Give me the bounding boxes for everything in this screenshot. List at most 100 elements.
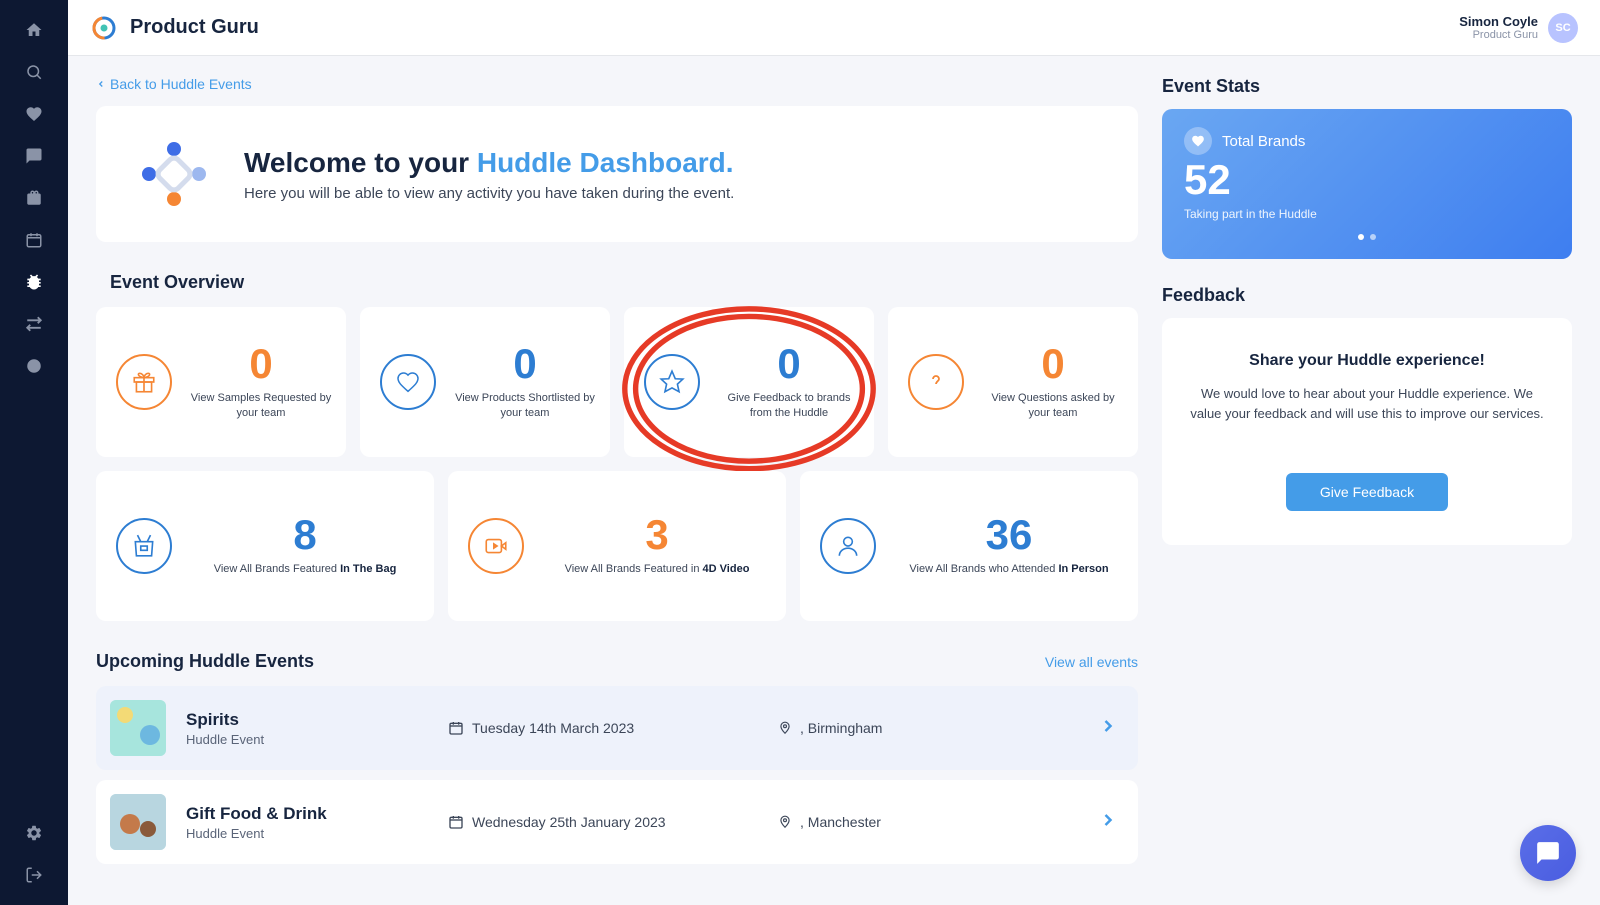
welcome-text: Welcome to your Huddle Dashboard. Here y… xyxy=(244,147,734,202)
stats-value: 52 xyxy=(1184,159,1550,201)
user-text: Simon Coyle Product Guru xyxy=(1459,14,1538,41)
avatar[interactable]: SC xyxy=(1548,13,1578,43)
bug-icon[interactable] xyxy=(24,272,44,292)
chevron-right-icon xyxy=(1098,716,1118,741)
card-label: Give Feedback to brands from the Huddle xyxy=(716,391,862,422)
pin-icon xyxy=(778,815,792,829)
gift-icon xyxy=(116,354,172,410)
welcome-highlight: Huddle Dashboard. xyxy=(477,147,734,178)
card-number: 3 xyxy=(540,514,774,556)
calendar-icon xyxy=(448,720,464,736)
event-type: Huddle Event xyxy=(186,732,448,747)
view-all-events[interactable]: View all events xyxy=(1045,654,1138,670)
overview-row-2: 8 View All Brands Featured In The Bag 3 … xyxy=(96,471,1138,621)
back-link-text: Back to Huddle Events xyxy=(110,76,252,92)
inthebag-card[interactable]: 8 View All Brands Featured In The Bag xyxy=(96,471,434,621)
app-title: Product Guru xyxy=(130,16,259,39)
welcome-prefix: Welcome to your xyxy=(244,147,477,178)
event-location-text: , Birmingham xyxy=(800,720,882,736)
search-icon[interactable] xyxy=(24,62,44,82)
heart-icon[interactable] xyxy=(24,104,44,124)
transfer-icon[interactable] xyxy=(24,314,44,334)
user-menu[interactable]: Simon Coyle Product Guru SC xyxy=(1459,13,1578,43)
settings-icon[interactable] xyxy=(24,823,44,843)
welcome-card: Welcome to your Huddle Dashboard. Here y… xyxy=(96,106,1138,242)
main: Product Guru Simon Coyle Product Guru SC… xyxy=(68,0,1600,905)
event-name-block: Spirits Huddle Event xyxy=(186,710,448,747)
header: Product Guru Simon Coyle Product Guru SC xyxy=(68,0,1600,56)
event-thumb xyxy=(110,700,166,756)
feedback-title: Share your Huddle experience! xyxy=(1186,352,1548,370)
pin-icon xyxy=(778,721,792,735)
card-label: View All Brands who Attended In Person xyxy=(892,562,1126,577)
sidebar-bottom xyxy=(0,823,68,885)
card-label: View Samples Requested by your team xyxy=(188,391,334,422)
stats-label: Total Brands xyxy=(1222,133,1305,150)
card-text: 0 View Questions asked by your team xyxy=(980,343,1126,422)
event-name: Gift Food & Drink xyxy=(186,804,448,824)
card-number: 0 xyxy=(716,343,862,385)
feedback-card[interactable]: 0 Give Feedback to brands from the Huddl… xyxy=(624,307,874,457)
carousel-dots[interactable] xyxy=(1184,227,1550,245)
chat-widget[interactable] xyxy=(1520,825,1576,881)
event-name-block: Gift Food & Drink Huddle Event xyxy=(186,804,448,841)
welcome-subtitle: Here you will be able to view any activi… xyxy=(244,185,734,202)
welcome-title: Welcome to your Huddle Dashboard. xyxy=(244,147,734,179)
user-role: Product Guru xyxy=(1459,29,1538,41)
overview-title: Event Overview xyxy=(110,272,1138,293)
video-icon xyxy=(468,518,524,574)
event-location: , Birmingham xyxy=(778,720,1098,736)
user-name: Simon Coyle xyxy=(1459,14,1538,29)
stats-header: Total Brands xyxy=(1184,127,1550,155)
card-text: 0 Give Feedback to brands from the Huddl… xyxy=(716,343,862,422)
inperson-card[interactable]: 36 View All Brands who Attended In Perso… xyxy=(800,471,1138,621)
shortlisted-card[interactable]: 0 View Products Shortlisted by your team xyxy=(360,307,610,457)
feedback-panel: Share your Huddle experience! We would l… xyxy=(1162,318,1572,545)
person-icon xyxy=(820,518,876,574)
content: Back to Huddle Events Welcome to your Hu… xyxy=(68,56,1600,905)
calendar-icon[interactable] xyxy=(24,230,44,250)
event-location: , Manchester xyxy=(778,814,1098,830)
logout-icon[interactable] xyxy=(24,865,44,885)
event-date: Wednesday 25th January 2023 xyxy=(448,814,778,830)
card-label: View All Brands Featured in 4D Video xyxy=(540,562,774,577)
event-card[interactable]: Spirits Huddle Event Tuesday 14th March … xyxy=(96,686,1138,770)
events-title: Upcoming Huddle Events xyxy=(96,651,314,672)
heart-icon xyxy=(380,354,436,410)
card-text: 0 View Samples Requested by your team xyxy=(188,343,334,422)
chevron-right-icon xyxy=(1098,810,1118,835)
huddle-icon xyxy=(136,136,212,212)
overview-row-1: 0 View Samples Requested by your team 0 … xyxy=(96,307,1138,457)
star-icon xyxy=(644,354,700,410)
badge-icon[interactable] xyxy=(24,356,44,376)
event-date-text: Tuesday 14th March 2023 xyxy=(472,720,634,736)
card-text: 3 View All Brands Featured in 4D Video xyxy=(540,514,774,577)
card-number: 8 xyxy=(188,514,422,556)
video-card[interactable]: 3 View All Brands Featured in 4D Video xyxy=(448,471,786,621)
stats-title: Event Stats xyxy=(1162,76,1572,97)
give-feedback-button[interactable]: Give Feedback xyxy=(1286,473,1448,511)
stats-subtitle: Taking part in the Huddle xyxy=(1184,207,1550,221)
event-thumb xyxy=(110,794,166,850)
heart-icon xyxy=(1184,127,1212,155)
samples-card[interactable]: 0 View Samples Requested by your team xyxy=(96,307,346,457)
home-icon[interactable] xyxy=(24,20,44,40)
sidebar-nav xyxy=(0,20,68,823)
event-date-text: Wednesday 25th January 2023 xyxy=(472,814,666,830)
card-label: View All Brands Featured In The Bag xyxy=(188,562,422,577)
content-main: Back to Huddle Events Welcome to your Hu… xyxy=(96,76,1138,885)
event-card[interactable]: Gift Food & Drink Huddle Event Wednesday… xyxy=(96,780,1138,864)
event-name: Spirits xyxy=(186,710,448,730)
card-number: 36 xyxy=(892,514,1126,556)
gift-icon[interactable] xyxy=(24,188,44,208)
event-date: Tuesday 14th March 2023 xyxy=(448,720,778,736)
stats-card[interactable]: Total Brands 52 Taking part in the Huddl… xyxy=(1162,109,1572,259)
card-number: 0 xyxy=(452,343,598,385)
card-label: View Products Shortlisted by your team xyxy=(452,391,598,422)
card-text: 8 View All Brands Featured In The Bag xyxy=(188,514,422,577)
feedback-section-title: Feedback xyxy=(1162,285,1572,306)
card-text: 36 View All Brands who Attended In Perso… xyxy=(892,514,1126,577)
back-link[interactable]: Back to Huddle Events xyxy=(96,76,252,92)
questions-card[interactable]: 0 View Questions asked by your team xyxy=(888,307,1138,457)
chat-icon[interactable] xyxy=(24,146,44,166)
